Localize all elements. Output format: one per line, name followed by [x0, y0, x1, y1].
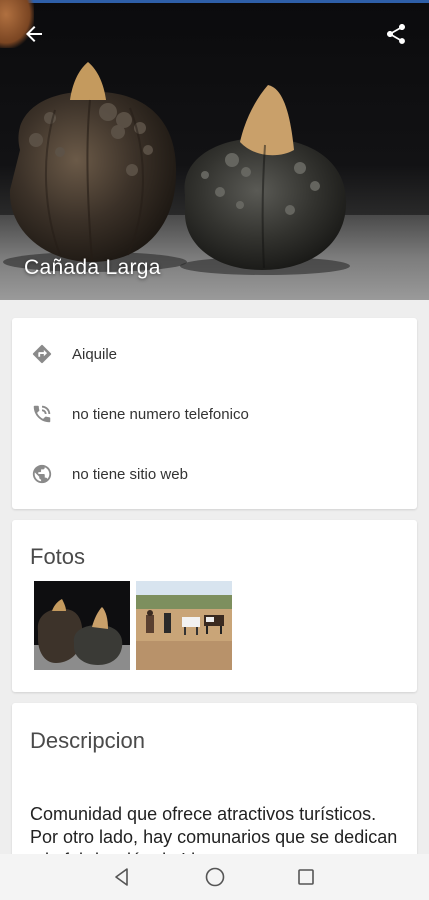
nav-back-icon — [115, 868, 128, 886]
photos-card: Fotos — [12, 520, 417, 692]
nav-recents-icon — [298, 869, 314, 885]
back-button[interactable] — [16, 16, 52, 52]
phone-row[interactable]: no tiene numero telefonico — [12, 394, 417, 434]
directions-icon — [30, 342, 54, 366]
nav-back-button[interactable] — [108, 863, 136, 891]
photos-title: Fotos — [30, 544, 86, 569]
nav-home-button[interactable] — [201, 863, 229, 891]
globe-icon — [30, 462, 54, 486]
location-row[interactable]: Aiquile — [12, 334, 417, 374]
hero-image: Cañada Larga — [0, 0, 429, 300]
phone-label: no tiene numero telefonico — [72, 405, 249, 423]
place-title: Cañada Larga — [24, 256, 161, 279]
website-row[interactable]: no tiene sitio web — [12, 454, 417, 494]
system-navigation-bar — [0, 854, 429, 900]
phone-icon — [30, 402, 54, 426]
description-title: Descripcion — [30, 728, 145, 753]
photo-thumbnail-pumpkins[interactable] — [34, 581, 130, 670]
pumpkins-illustration — [3, 62, 350, 275]
share-button[interactable] — [378, 16, 414, 52]
photo-thumbnail-cattle[interactable] — [136, 581, 232, 670]
location-label: Aiquile — [72, 345, 118, 363]
status-bar-accent — [0, 0, 429, 3]
arrow-back-icon — [26, 26, 42, 42]
nav-recents-button[interactable] — [292, 863, 320, 891]
share-icon — [387, 24, 405, 44]
info-card: Aiquile no tiene numero telefonico no ti… — [12, 318, 417, 509]
nav-home-icon — [205, 867, 225, 887]
website-label: no tiene sitio web — [72, 465, 188, 483]
description-card: Descripcion Comunidad que ofrece atracti… — [12, 703, 417, 870]
